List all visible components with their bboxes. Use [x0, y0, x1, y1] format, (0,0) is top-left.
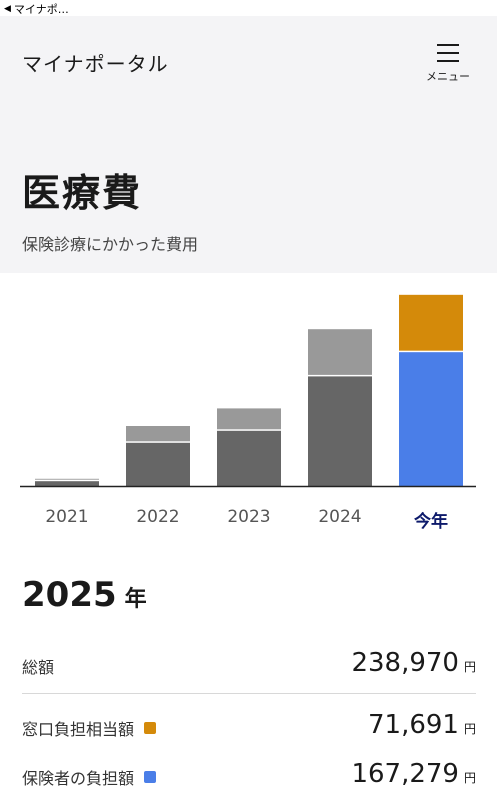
menu-label: メニュー: [426, 70, 470, 83]
insurer-share-legend-swatch: [144, 771, 157, 783]
selected-year-number: 2025: [22, 575, 117, 615]
total-cost-label: 総額: [22, 654, 54, 678]
summary-divider: [22, 693, 476, 694]
bar-insurer-share-0: [35, 481, 99, 486]
back-to-app-link[interactable]: ◀ マイナポ…: [4, 1, 69, 17]
copay-row: 窓口負担相当額 71,691 円: [22, 707, 476, 751]
bar-insurer-share-3: [308, 376, 372, 486]
selected-year-heading: 2025 年: [22, 575, 147, 615]
total-cost-value: 238,970 円: [351, 648, 476, 678]
page-title: 医療費: [22, 171, 143, 215]
bar-copay-2: [217, 408, 281, 430]
copay-amount: 71,691: [368, 710, 459, 740]
total-cost-label-text: 総額: [22, 658, 55, 677]
copay-label: 窓口負担相当額: [22, 716, 157, 740]
total-cost-row: 総額 238,970 円: [22, 645, 476, 689]
bar-copay-0: [35, 478, 99, 480]
app-title[interactable]: マイナポータル: [22, 48, 169, 77]
total-cost-amount: 238,970: [351, 648, 459, 678]
insurer-share-amount: 167,279: [351, 759, 459, 789]
chart-year-label-2[interactable]: 2023: [209, 507, 289, 527]
total-cost-unit: 円: [463, 660, 476, 674]
insurer-share-unit: 円: [463, 771, 476, 785]
chart-year-label-3[interactable]: 2024: [300, 507, 380, 527]
page-subtitle: 保険診療にかかった費用: [22, 235, 199, 254]
insurer-share-label-text: 保険者の負担額: [22, 769, 135, 788]
medical-cost-chart: 2021 2022 2023 2024 今年: [0, 273, 497, 543]
copay-legend-swatch: [144, 722, 157, 734]
header-area: マイナポータル メニュー 医療費 保険診療にかかった費用: [0, 16, 497, 273]
insurer-share-value: 167,279 円: [351, 759, 476, 789]
menu-button[interactable]: メニュー: [418, 42, 478, 88]
insurer-share-label: 保険者の負担額: [22, 765, 157, 789]
bar-insurer-share-4: [399, 352, 463, 486]
bar-insurer-share-2: [217, 430, 281, 486]
copay-label-text: 窓口負担相当額: [22, 720, 135, 739]
bar-insurer-share-1: [126, 442, 190, 486]
chart-year-label-1[interactable]: 2022: [118, 507, 198, 527]
copay-unit: 円: [463, 722, 476, 736]
chart-svg: [20, 294, 476, 488]
insurer-share-row: 保険者の負担額 167,279 円: [22, 756, 476, 800]
hamburger-icon: [437, 44, 459, 62]
bar-copay-3: [308, 329, 372, 375]
status-bar: ◀ マイナポ…: [0, 0, 497, 16]
back-app-label: マイナポ…: [13, 3, 69, 16]
bar-copay-4: [399, 294, 463, 351]
selected-year-unit: 年: [124, 587, 147, 612]
bar-copay-1: [126, 426, 190, 442]
chart-year-label-0[interactable]: 2021: [27, 507, 107, 527]
back-triangle-icon: ◀: [4, 4, 11, 14]
chart-year-label-4[interactable]: 今年: [391, 507, 471, 532]
copay-value: 71,691 円: [368, 710, 476, 740]
